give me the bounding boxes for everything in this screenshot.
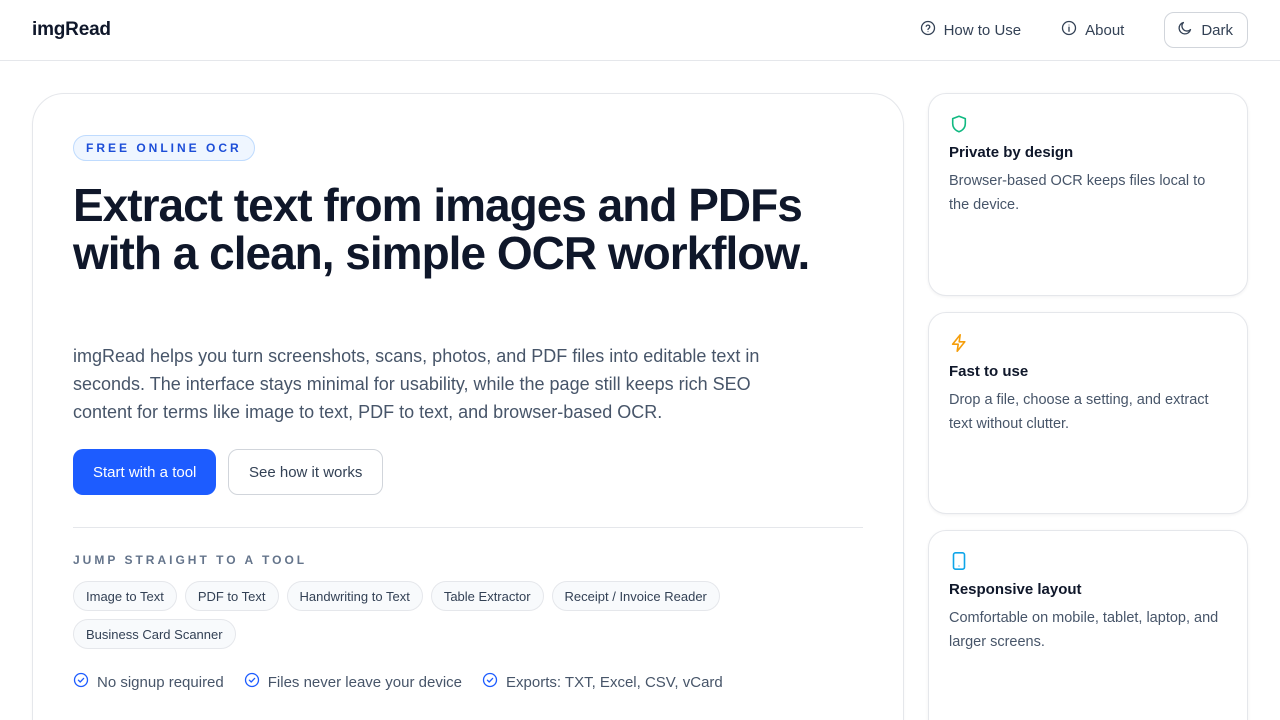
hero-card: FREE ONLINE OCR Extract text from images… — [32, 93, 904, 720]
check-circle-icon — [482, 672, 498, 692]
brand-logo[interactable]: imgRead — [32, 19, 111, 41]
card-fast-to-use: Fast to use Drop a file, choose a settin… — [928, 312, 1248, 514]
feature-item: Exports: TXT, Excel, CSV, vCard — [482, 672, 723, 692]
feature-label: Exports: TXT, Excel, CSV, vCard — [506, 673, 723, 691]
card-responsive-layout: Responsive layout Comfortable on mobile,… — [928, 530, 1248, 720]
jump-to-tool-label: JUMP STRAIGHT TO A TOOL — [73, 553, 308, 567]
card-text: Comfortable on mobile, tablet, laptop, a… — [949, 610, 1219, 650]
question-circle-icon — [920, 20, 936, 40]
free-ocr-badge: FREE ONLINE OCR — [73, 135, 255, 161]
nav-links: How to Use About Dark — [920, 12, 1248, 48]
tablet-icon — [949, 551, 969, 571]
top-nav-bar: imgRead How to Use About Dark — [0, 0, 1280, 61]
feature-list: No signup required Files never leave you… — [73, 672, 723, 692]
dark-mode-toggle-button[interactable]: Dark — [1164, 12, 1248, 48]
chip-image-to-text[interactable]: Image to Text — [73, 581, 177, 611]
see-how-it-works-button[interactable]: See how it works — [228, 449, 384, 495]
nav-how-to-use-label: How to Use — [943, 21, 1022, 39]
card-title: Private by design — [949, 144, 1074, 161]
card-private-by-design: Private by design Browser-based OCR keep… — [928, 93, 1248, 296]
dark-mode-label: Dark — [1201, 21, 1233, 39]
start-with-tool-button[interactable]: Start with a tool — [73, 449, 217, 495]
tool-chips: Image to Text PDF to Text Handwriting to… — [73, 581, 753, 649]
moon-icon — [1177, 20, 1193, 40]
feature-item: Files never leave your device — [244, 672, 462, 692]
card-text: Drop a file, choose a setting, and extra… — [949, 392, 1209, 432]
divider — [73, 527, 863, 528]
shield-icon — [949, 114, 969, 134]
nav-about-link[interactable]: About — [1061, 20, 1124, 40]
feature-item: No signup required — [73, 672, 224, 692]
card-text: Browser-based OCR keeps files local to t… — [949, 173, 1206, 213]
feature-label: No signup required — [97, 673, 224, 691]
chip-business-card-scanner[interactable]: Business Card Scanner — [73, 619, 236, 649]
card-title: Fast to use — [949, 363, 1029, 380]
check-circle-icon — [244, 672, 260, 692]
chip-handwriting-to-text[interactable]: Handwriting to Text — [286, 581, 423, 611]
check-circle-icon — [73, 672, 89, 692]
nav-about-label: About — [1085, 21, 1125, 39]
hero-description: imgRead helps you turn screenshots, scan… — [73, 346, 760, 422]
chip-table-extractor[interactable]: Table Extractor — [430, 581, 544, 611]
nav-how-to-use-link[interactable]: How to Use — [920, 20, 1022, 40]
feature-label: Files never leave your device — [267, 673, 463, 691]
card-title: Responsive layout — [949, 581, 1082, 598]
info-circle-icon — [1061, 20, 1077, 40]
chip-receipt-invoice-reader[interactable]: Receipt / Invoice Reader — [551, 581, 720, 611]
chip-pdf-to-text[interactable]: PDF to Text — [184, 581, 279, 611]
lightning-icon — [949, 333, 969, 353]
hero-title: Extract text from images and PDFs with a… — [73, 179, 810, 279]
